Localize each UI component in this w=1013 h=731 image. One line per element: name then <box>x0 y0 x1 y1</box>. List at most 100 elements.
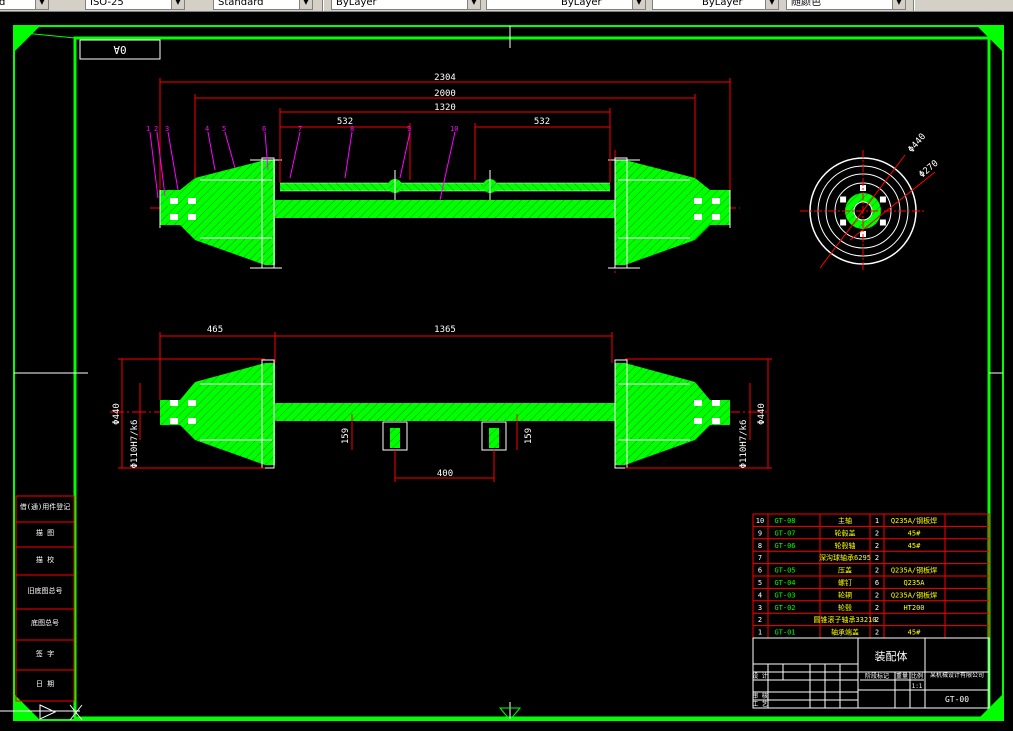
dim-1365: 1365 <box>434 325 456 335</box>
bom-cell-name: 轮毂轴 <box>835 541 856 550</box>
dim-style-icon[interactable] <box>62 0 76 10</box>
plotstyle-combo[interactable]: 随颜色 ▼ <box>786 0 906 10</box>
bom-cell-code: GT-08 <box>774 517 795 525</box>
color-combo[interactable]: ByLayer ▼ <box>331 0 481 10</box>
dim-465: 465 <box>207 325 223 335</box>
axle-top-view[interactable]: 2304 2000 1320 532 532 1 2 3 4 5 6 7 8 9… <box>146 73 740 275</box>
bom-cell-no: 5 <box>758 579 762 587</box>
bom-cell-name: 轮毂 <box>838 603 852 612</box>
bom-cell-no: 4 <box>758 591 762 599</box>
bom-cell-code: GT-02 <box>774 604 795 612</box>
bom-cell-name: 压盖 <box>838 566 852 575</box>
chevron-down-icon: ▼ <box>467 0 480 9</box>
balloon-1: 1 <box>146 125 150 133</box>
bom-cell-no: 2 <box>758 616 762 624</box>
chevron-down-icon: ▼ <box>299 0 312 9</box>
bom-cell-material: 45# <box>908 629 921 637</box>
bolt-hole <box>879 196 886 203</box>
company-name: 某机械设计有限公司 <box>930 671 984 679</box>
balloon-8: 8 <box>350 125 354 133</box>
label-weight: 重量 <box>896 672 908 680</box>
label-check: 审 核 <box>752 692 768 700</box>
bom-cell-no: 9 <box>758 529 762 537</box>
balloon-5: 5 <box>222 125 226 133</box>
bom-cell-name: 深沟球轴承6295 <box>819 553 871 562</box>
bom-cell-material: 45# <box>908 529 921 537</box>
bom-cell-code: GT-03 <box>774 591 795 599</box>
bom-cell-code: GT-06 <box>774 542 795 550</box>
balloon-3: 3 <box>165 125 169 133</box>
dim-right-dia110: Φ110H7/k6 <box>739 420 749 469</box>
bom-cell-qty: 2 <box>875 529 879 537</box>
label-design: 设 计 <box>752 672 768 680</box>
hub-end-view[interactable]: Φ440 Φ270 <box>800 132 941 272</box>
dim-2000: 2000 <box>434 89 456 99</box>
bom-cell-name: 圆锥滚子轴承33210 <box>813 615 876 624</box>
chevron-down-icon: ▼ <box>35 0 48 9</box>
bom-cell-no: 1 <box>758 629 762 637</box>
color-value: ByLayer <box>336 0 377 8</box>
plotstyle-value: 随颜色 <box>791 0 821 8</box>
scale-value: 1:1 <box>912 683 923 690</box>
bom-cell-qty: 2 <box>875 567 879 575</box>
side-label: 描 校 <box>36 555 54 564</box>
table-style-value: Standard <box>218 0 264 8</box>
chevron-down-icon: ▼ <box>171 0 184 9</box>
side-label: 日 期 <box>36 680 54 688</box>
side-label: 签 字 <box>36 649 54 658</box>
dim-left-dia440: Φ440 <box>112 403 122 425</box>
bom-cell-material: 45# <box>908 542 921 550</box>
dim-style-combo[interactable]: ISO-25 ▼ <box>85 0 185 10</box>
label-scale: 比例 <box>911 672 923 680</box>
dim-159-right: 159 <box>524 428 534 444</box>
toolbar-separator <box>322 0 324 11</box>
chevron-down-icon: ▼ <box>632 0 645 9</box>
bom-cell-name: 轮毂盖 <box>835 528 856 537</box>
bom-cell-material: Q235A/钢板焊 <box>891 516 937 525</box>
lineweight-combo[interactable]: ByLayer ▼ <box>652 0 779 10</box>
bom-cell-name: 螺钉 <box>838 578 852 587</box>
toolbar-separator <box>913 0 915 11</box>
bom-cell-qty: 2 <box>875 604 879 612</box>
axle-front-view[interactable]: 465 1365 400 159 159 Φ440 Φ110H7/k6 Φ440… <box>110 325 772 482</box>
balloon-2: 2 <box>154 125 158 133</box>
bom-cell-material: Q235A/钢板焊 <box>891 590 937 599</box>
dim-left-dia110: Φ110H7/k6 <box>130 420 140 469</box>
text-style-value: d <box>0 0 5 8</box>
bolt-hole <box>840 196 847 203</box>
bom-cell-qty: 2 <box>875 542 879 550</box>
bom-cell-qty: 2 <box>875 616 879 624</box>
label-process: 工 艺 <box>752 700 768 708</box>
drawing-title: 装配体 <box>875 649 908 663</box>
dim-1320: 1320 <box>434 103 456 113</box>
balloon-9: 9 <box>407 125 411 133</box>
drawing-canvas[interactable]: 0A 借(通)用件登记描 图描 校旧底图总号底图总号签 字日 期 2304 20… <box>0 11 1013 731</box>
drawing-number: GT-00 <box>945 695 969 704</box>
bolt-hole <box>879 219 886 226</box>
table-style-combo[interactable]: Standard ▼ <box>213 0 313 10</box>
linetype-combo[interactable]: ByLayer ▼ <box>486 0 646 10</box>
corner-code: 0A <box>113 43 127 56</box>
bom-cell-qty: 6 <box>875 579 879 587</box>
bom-cell-no: 10 <box>756 517 764 525</box>
hub-dia-440: Φ440 <box>907 132 929 155</box>
bom-cell-code: GT-07 <box>774 529 795 537</box>
table-style-icon[interactable] <box>193 0 207 10</box>
bom-cell-qty: 2 <box>875 591 879 599</box>
bom-cell-name: 轮辋 <box>838 590 852 599</box>
bom-cell-code: GT-04 <box>774 579 795 587</box>
bom-cell-no: 7 <box>758 554 762 562</box>
bill-of-materials: 10 GT-08 主轴 1 Q235A/钢板焊 9 GT-07 轮毂盖 2 45# 8 GT-06 轮毂… <box>752 513 990 639</box>
bom-cell-name: 轴承端盖 <box>831 628 859 637</box>
dim-400: 400 <box>437 469 453 479</box>
dim-159-left: 159 <box>341 428 351 444</box>
bom-cell-qty: 1 <box>875 517 879 525</box>
balloon-10: 10 <box>450 125 458 133</box>
bom-cell-code: GT-05 <box>774 567 795 575</box>
bom-cell-qty: 2 <box>875 554 879 562</box>
label-stage: 阶段标记 <box>865 672 889 680</box>
dim-style-value: ISO-25 <box>90 0 124 8</box>
text-style-combo[interactable]: d▼ <box>0 0 49 10</box>
bom-cell-no: 6 <box>758 567 762 575</box>
dim-2304: 2304 <box>434 73 456 83</box>
